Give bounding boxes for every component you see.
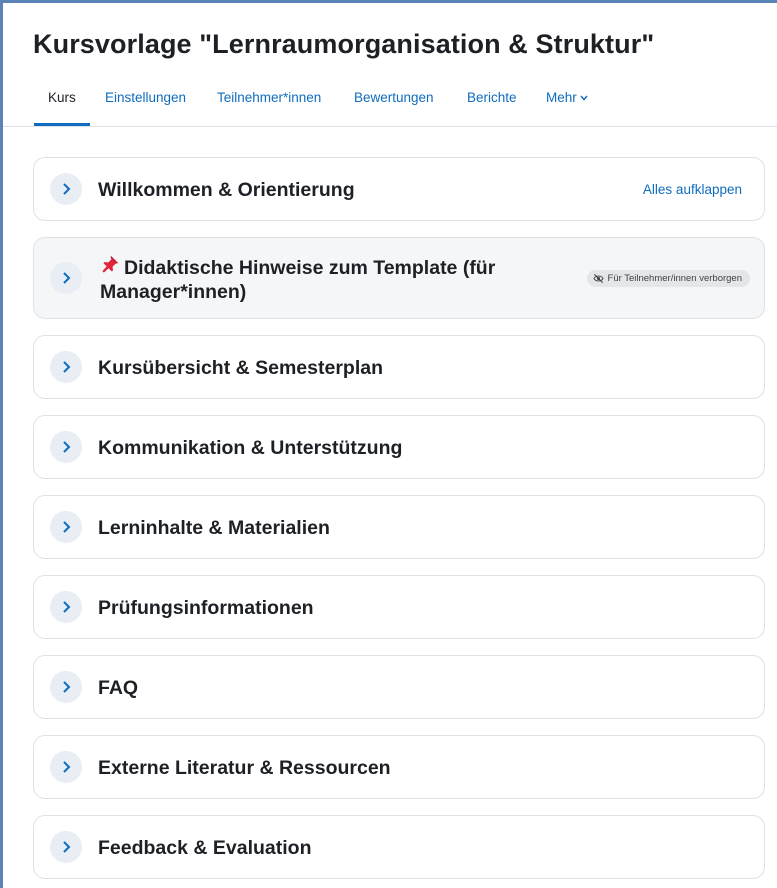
section-collapse-toggle[interactable] <box>50 262 82 294</box>
section-collapse-toggle[interactable] <box>50 671 82 703</box>
section-title[interactable]: Lerninhalte & Materialien <box>98 516 330 540</box>
chevron-right-icon <box>63 272 71 284</box>
chevron-right-icon <box>63 681 71 693</box>
section-collapse-toggle[interactable] <box>50 751 82 783</box>
nav-tab-einstellungen[interactable]: Einstellungen <box>105 83 186 126</box>
course-section-feedback: Feedback & Evaluation <box>33 815 765 879</box>
nav-tab-berichte[interactable]: Berichte <box>467 83 517 126</box>
chevron-right-icon <box>63 183 71 195</box>
nav-tab-teilnehmer[interactable]: Teilnehmer*innen <box>217 83 321 126</box>
section-title[interactable]: FAQ <box>98 676 138 700</box>
course-section-kursuebersicht: Kursübersicht & Semesterplan <box>33 335 765 399</box>
chevron-right-icon <box>63 841 71 853</box>
course-section-faq: FAQ <box>33 655 765 719</box>
course-section-willkommen: Willkommen & Orientierung Alles aufklapp… <box>33 157 765 221</box>
nav-tab-mehr-label: Mehr <box>546 90 577 105</box>
course-section-lerninhalte: Lerninhalte & Materialien <box>33 495 765 559</box>
chevron-right-icon <box>63 361 71 373</box>
section-collapse-toggle[interactable] <box>50 173 82 205</box>
section-title[interactable]: Prüfungsinformationen <box>98 596 314 620</box>
section-title[interactable]: Willkommen & Orientierung <box>98 178 355 202</box>
section-title-line1: Didaktische Hinweise zum Template (für <box>124 257 496 279</box>
expand-all-link[interactable]: Alles aufklappen <box>643 182 742 197</box>
course-page: Kursvorlage "Lernraumorganisation & Stru… <box>0 0 777 888</box>
eye-slash-icon <box>592 273 604 284</box>
section-title[interactable]: Kursübersicht & Semesterplan <box>98 356 383 380</box>
section-collapse-toggle[interactable] <box>50 511 82 543</box>
section-title-line2: Manager*innen) <box>100 281 247 303</box>
section-collapse-toggle[interactable] <box>50 831 82 863</box>
chevron-right-icon <box>63 761 71 773</box>
section-title[interactable]: Externe Literatur & Ressourcen <box>98 756 391 780</box>
nav-tab-mehr[interactable]: Mehr <box>546 83 588 126</box>
section-collapse-toggle[interactable] <box>50 431 82 463</box>
chevron-down-icon <box>580 84 588 114</box>
section-title[interactable]: Feedback & Evaluation <box>98 836 311 860</box>
hidden-badge-label: Für Teilnehmer/innen verborgen <box>607 273 742 284</box>
pushpin-icon <box>100 254 120 280</box>
section-collapse-toggle[interactable] <box>50 351 82 383</box>
course-section-pruefungsinformationen: Prüfungsinformationen <box>33 575 765 639</box>
chevron-right-icon <box>63 601 71 613</box>
chevron-right-icon <box>63 441 71 453</box>
section-collapse-toggle[interactable] <box>50 591 82 623</box>
nav-tab-bewertungen[interactable]: Bewertungen <box>354 83 434 126</box>
hidden-from-students-badge: Für Teilnehmer/innen verborgen <box>586 270 750 287</box>
secondary-navigation: Kurs Einstellungen Teilnehmer*innen Bewe… <box>3 83 777 127</box>
section-title[interactable]: Kommunikation & Unterstützung <box>98 436 402 460</box>
nav-tab-kurs[interactable]: Kurs <box>34 83 90 126</box>
chevron-right-icon <box>63 521 71 533</box>
section-title[interactable]: Didaktische Hinweise zum Template (für M… <box>100 254 495 304</box>
course-section-externe-literatur: Externe Literatur & Ressourcen <box>33 735 765 799</box>
course-section-didaktische-hinweise: Didaktische Hinweise zum Template (für M… <box>33 237 765 319</box>
course-section-kommunikation: Kommunikation & Unterstützung <box>33 415 765 479</box>
page-title: Kursvorlage "Lernraumorganisation & Stru… <box>33 29 655 59</box>
